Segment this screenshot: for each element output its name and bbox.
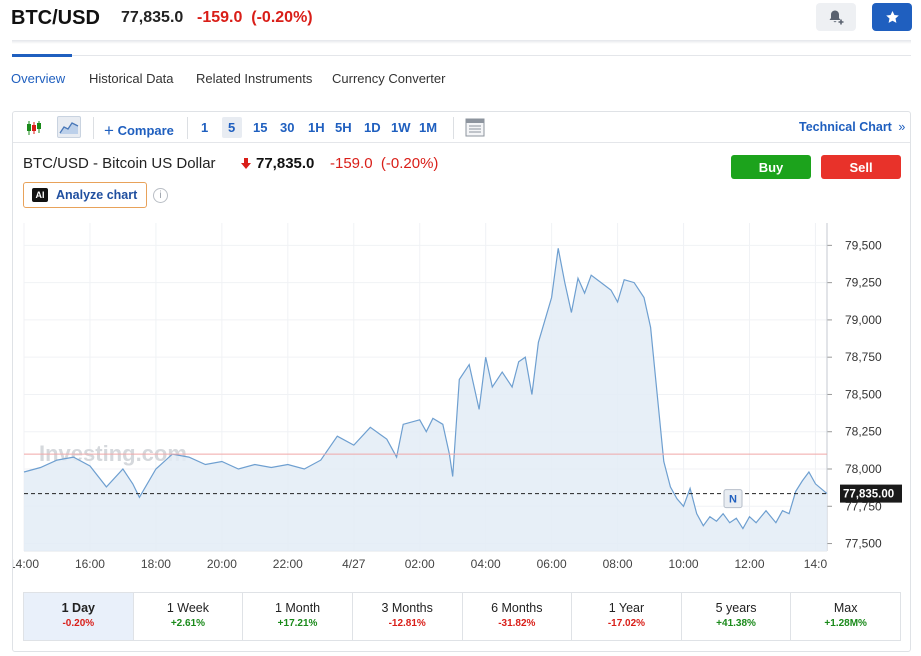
y-tick-label: 79,000: [845, 313, 882, 327]
x-tick-label: 22:00: [273, 557, 303, 571]
period-label: Max: [833, 601, 858, 615]
price-area-fill: [24, 248, 827, 552]
symbol-title: BTC/USD: [11, 7, 100, 29]
period-label: 1 Month: [274, 601, 321, 615]
period-change: -12.81%: [388, 618, 426, 629]
x-tick-label: 08:00: [603, 557, 633, 571]
tab-related-instruments[interactable]: Related Instruments: [196, 71, 312, 86]
performance-periods: 1 Day -0.20% 1 Week +2.61% 1 Month +17.21% 3 M…: [23, 592, 901, 641]
x-tick-label: 18:00: [141, 557, 171, 571]
x-tick-label: 06:00: [537, 557, 567, 571]
tab-overview[interactable]: Overview: [11, 71, 65, 86]
y-tick-label: 78,250: [845, 425, 882, 439]
header-change: -159.0 (-0.20%): [197, 9, 313, 26]
period-label: 5 years: [715, 601, 757, 615]
period-6-months[interactable]: 6 Months -31.82%: [463, 593, 573, 640]
period-label: 1 Day: [61, 601, 95, 615]
y-tick-label: 78,000: [845, 462, 882, 476]
header-divider: [12, 40, 911, 44]
add-to-watchlist-button[interactable]: [872, 3, 912, 31]
x-tick-label: 14:0: [804, 557, 828, 571]
period-3-months[interactable]: 3 Months -12.81%: [353, 593, 463, 640]
period-1-month[interactable]: 1 Month +17.21%: [243, 593, 353, 640]
y-tick-label: 78,500: [845, 387, 882, 401]
period-1-year[interactable]: 1 Year -17.02%: [572, 593, 682, 640]
period-label: 3 Months: [381, 601, 433, 615]
create-alert-button[interactable]: [816, 3, 856, 31]
quote-header: BTC/USD 77,835.0 -159.0 (-0.20%): [0, 0, 921, 40]
period-change: +1.28M%: [824, 618, 867, 629]
tabs-divider: [72, 55, 911, 56]
x-tick-label: 14:00: [13, 557, 39, 571]
y-tick-label: 79,500: [845, 238, 882, 252]
period-label: 1 Year: [608, 601, 645, 615]
chart-panel: + Compare 1 5 15 30 1H 5H 1D 1W 1M Techn…: [12, 111, 911, 652]
y-tick-label: 79,250: [845, 276, 882, 290]
x-tick-label: 20:00: [207, 557, 237, 571]
period-change: -31.82%: [498, 618, 536, 629]
x-tick-label: 12:00: [734, 557, 764, 571]
period-change: -0.20%: [62, 618, 95, 629]
bell-plus-icon: [829, 10, 844, 25]
period-change: -17.02%: [607, 618, 646, 629]
header-price: 77,835.0: [121, 9, 184, 26]
period-change: +17.21%: [277, 618, 318, 629]
tab-historical-data[interactable]: Historical Data: [89, 71, 174, 86]
last-price-label: 77,835.00: [843, 489, 894, 501]
y-tick-label: 78,750: [845, 350, 882, 364]
price-chart[interactable]: 14:00 16:00 18:00 20:00 22:00 4/27 02:00 04:00 0…: [13, 112, 910, 582]
y-tick-label: 77,500: [845, 537, 882, 551]
x-tick-label: 02:00: [405, 557, 435, 571]
period-5-years[interactable]: 5 years +41.38%: [682, 593, 792, 640]
news-marker-label: N: [729, 494, 737, 506]
active-tab-indicator: [12, 54, 72, 57]
x-tick-label: 10:00: [669, 557, 699, 571]
period-change: +2.61%: [170, 618, 206, 629]
star-icon: [885, 10, 899, 23]
period-label: 1 Week: [166, 601, 210, 615]
period-change: +41.38%: [716, 618, 756, 629]
x-tick-label: 4/27: [342, 557, 366, 571]
period-label: 6 Months: [491, 601, 543, 615]
period-max[interactable]: Max +1.28M%: [791, 593, 900, 640]
period-1-week[interactable]: 1 Week +2.61%: [134, 593, 244, 640]
period-1-day[interactable]: 1 Day -0.20%: [24, 593, 134, 640]
x-tick-label: 16:00: [75, 557, 105, 571]
tab-currency-converter[interactable]: Currency Converter: [332, 71, 445, 86]
x-tick-label: 04:00: [471, 557, 501, 571]
